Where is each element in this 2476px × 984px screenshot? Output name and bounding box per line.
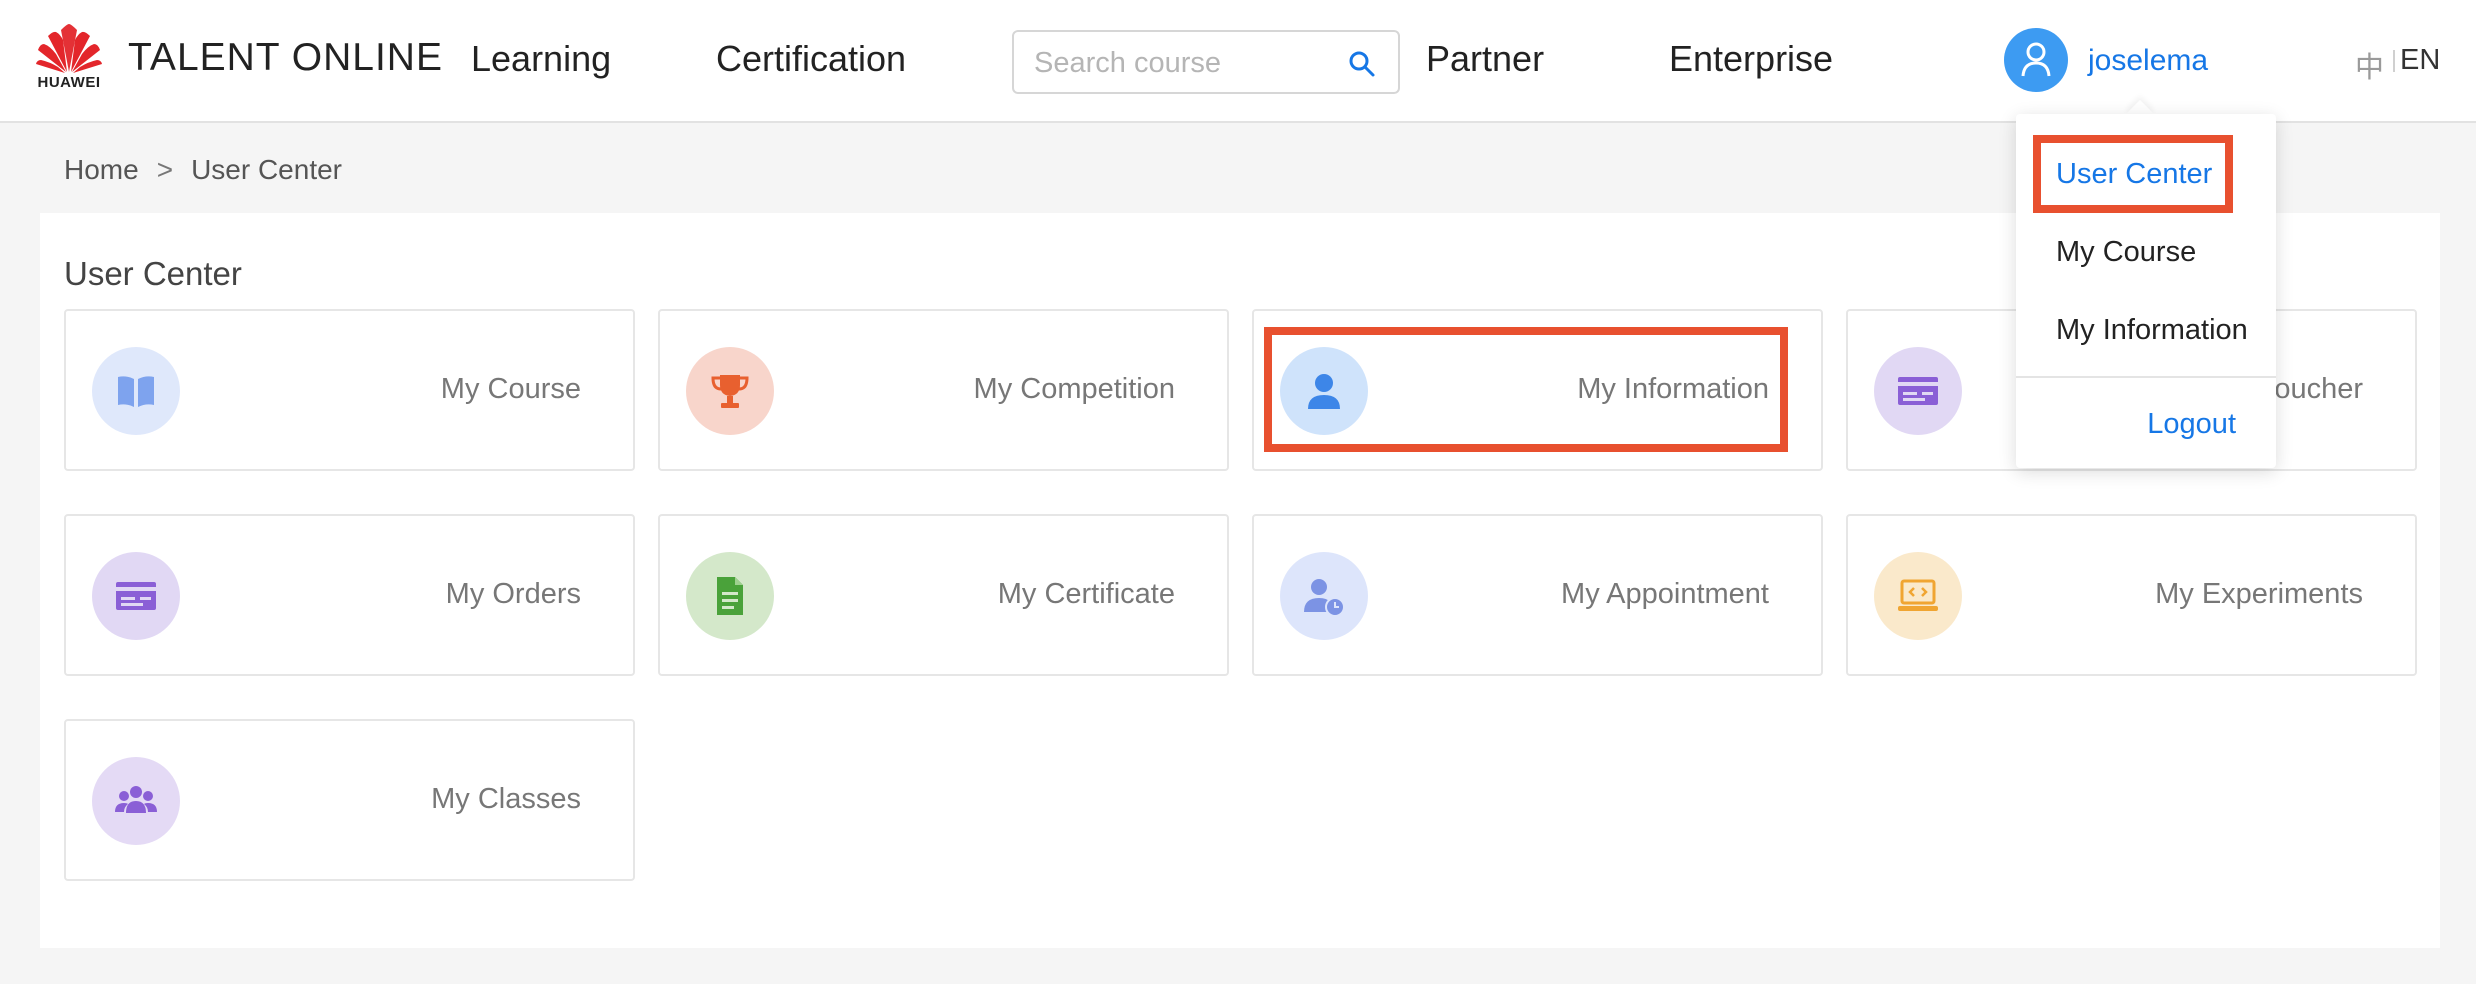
appointment-icon (1280, 552, 1368, 640)
card-my-orders[interactable]: My Orders (64, 514, 635, 676)
voucher-icon (1874, 347, 1962, 435)
nav-enterprise[interactable]: Enterprise (1669, 38, 1833, 80)
avatar[interactable] (2004, 28, 2068, 92)
experiments-icon (1874, 552, 1962, 640)
card-label: My Experiments (2155, 578, 2363, 610)
page-title: User Center (64, 255, 242, 292)
lang-zh[interactable]: 中 (2355, 44, 2384, 86)
user-avatar-icon (2021, 42, 2051, 77)
card-label: My Classes (431, 783, 581, 815)
nav-learning[interactable]: Learning (471, 38, 611, 80)
top-header: HUAWEI TALENT ONLINE Learning Certificat… (0, 0, 2476, 123)
orders-icon (92, 552, 180, 640)
certificate-icon (686, 552, 774, 640)
search-icon[interactable] (1348, 50, 1376, 78)
dropdown-item-my-course[interactable]: My Course (2056, 236, 2196, 269)
card-my-experiments[interactable]: My Experiments (1846, 514, 2417, 676)
card-label: My Course (440, 373, 581, 405)
card-label: My Appointment (1561, 578, 1769, 610)
dropdown-divider (2016, 376, 2276, 378)
logo-text: HUAWEI (37, 74, 101, 91)
book-icon (92, 347, 180, 435)
breadcrumb-separator: > (156, 154, 174, 185)
card-label: My Certificate (997, 578, 1175, 610)
classes-icon (92, 757, 180, 845)
search-box (1012, 30, 1400, 94)
trophy-icon (686, 347, 774, 435)
brand-title[interactable]: TALENT ONLINE (128, 36, 443, 80)
card-my-course[interactable]: My Course (64, 309, 635, 471)
card-my-classes[interactable]: My Classes (64, 719, 635, 881)
lang-en[interactable]: EN (2400, 44, 2440, 77)
breadcrumb: Home > User Center (64, 154, 342, 186)
card-label: My Competition (973, 373, 1175, 405)
dropdown-item-my-information[interactable]: My Information (2056, 314, 2248, 347)
card-label: My Orders (445, 578, 581, 610)
lang-divider (2393, 50, 2395, 72)
logout-button[interactable]: Logout (2147, 408, 2236, 441)
username-link[interactable]: joselema (2088, 44, 2208, 78)
breadcrumb-current: User Center (191, 154, 342, 185)
search-input[interactable] (1034, 44, 1334, 82)
card-my-appointment[interactable]: My Appointment (1252, 514, 1823, 676)
nav-certification[interactable]: Certification (716, 38, 906, 80)
highlight-my-information (1264, 327, 1788, 452)
nav-partner[interactable]: Partner (1426, 38, 1544, 80)
breadcrumb-home[interactable]: Home (64, 154, 139, 186)
highlight-user-center (2033, 135, 2233, 213)
card-my-certificate[interactable]: My Certificate (658, 514, 1229, 676)
card-my-competition[interactable]: My Competition (658, 309, 1229, 471)
